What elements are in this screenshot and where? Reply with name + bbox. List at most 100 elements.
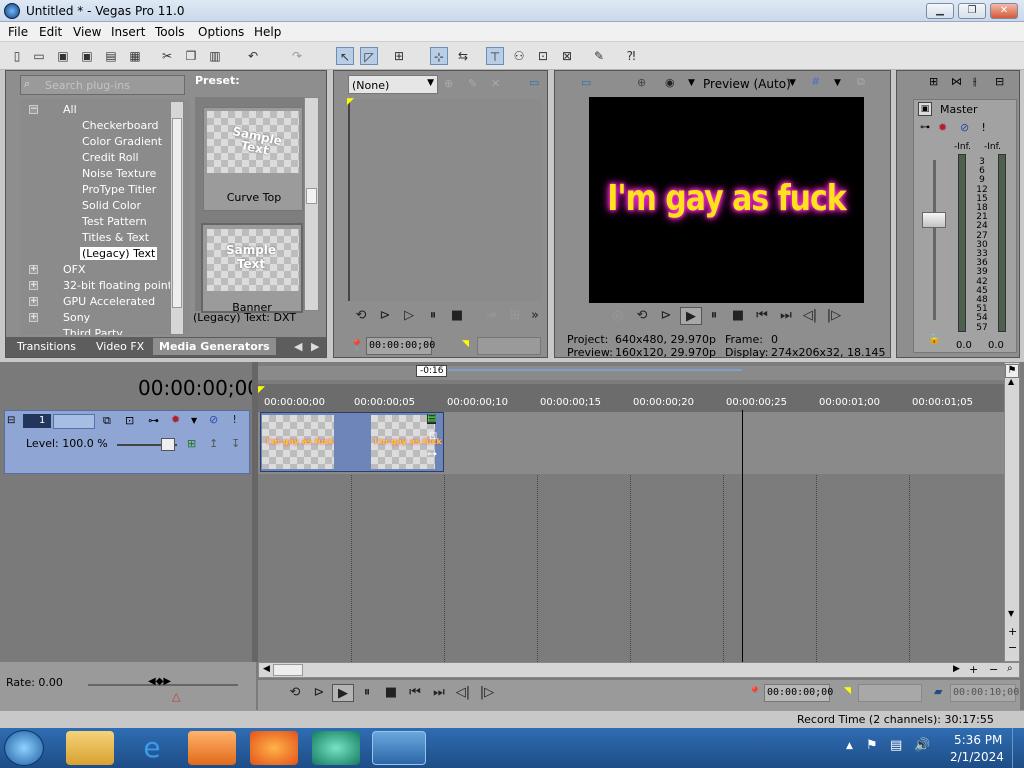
tree-item[interactable]: Sony bbox=[63, 311, 90, 324]
minimize-button[interactable]: ▁ bbox=[926, 3, 954, 19]
start-button[interactable] bbox=[4, 730, 44, 766]
event-fx-icon[interactable]: ⊶ bbox=[427, 449, 437, 460]
previous-frame-icon[interactable]: ◁| bbox=[801, 307, 819, 325]
zoom-out-icon[interactable]: − bbox=[989, 663, 998, 676]
tree-scrollbar[interactable] bbox=[170, 101, 184, 335]
preset-curve-top[interactable]: Sample Text Curve Top bbox=[203, 107, 303, 211]
expand-icon[interactable]: + bbox=[29, 297, 38, 306]
stop-icon[interactable]: ■ bbox=[729, 307, 747, 325]
envelope-edit-tool-icon[interactable]: ◸ bbox=[360, 47, 378, 65]
tree-item[interactable]: GPU Accelerated bbox=[63, 295, 155, 308]
track-down-icon[interactable]: ↧ bbox=[231, 437, 240, 450]
copy-icon[interactable]: ❐ bbox=[182, 47, 200, 65]
restore-button[interactable]: ❐ bbox=[958, 3, 986, 19]
close-button[interactable]: ✕ bbox=[990, 3, 1018, 19]
horizontal-scrollbar[interactable]: ◀ ▶ + − ⌕ bbox=[258, 662, 1020, 678]
zoom-tool-icon[interactable]: ⌕ bbox=[1007, 663, 1013, 674]
text-event-clip[interactable]: I'm gay as fuck I'm gay as fuck ▤ ⊡ ⊶ bbox=[260, 412, 444, 472]
tab-scroll-left-icon[interactable]: ◀ bbox=[294, 340, 302, 353]
track-bypass-icon[interactable]: ⊞ bbox=[187, 437, 196, 450]
fader-handle[interactable] bbox=[922, 212, 946, 228]
tree-item[interactable]: Solid Color bbox=[82, 199, 141, 212]
go-to-end-icon[interactable]: ⏭ bbox=[777, 307, 795, 325]
trimmer-edit-icon[interactable]: ✎ bbox=[468, 77, 477, 90]
previous-frame-icon[interactable]: ◁| bbox=[454, 684, 472, 702]
menu-help[interactable]: Help bbox=[254, 25, 281, 39]
tree-item[interactable]: Checkerboard bbox=[82, 119, 159, 132]
auto-crossfade-icon[interactable]: ⇆ bbox=[454, 47, 472, 65]
master-toggle-icon[interactable]: ▣ bbox=[918, 102, 932, 116]
undo-icon[interactable]: ↶ bbox=[244, 47, 262, 65]
mute-icon[interactable]: ⊘ bbox=[960, 121, 969, 134]
solo-icon[interactable]: ǃ bbox=[982, 121, 985, 134]
preview-color-icon[interactable]: ◉ bbox=[665, 76, 675, 89]
level-slider-handle[interactable] bbox=[161, 438, 175, 451]
brush-icon[interactable]: ✎ bbox=[590, 47, 608, 65]
preview-record-icon[interactable]: ◎ bbox=[609, 307, 627, 325]
collapse-icon[interactable]: − bbox=[29, 105, 38, 114]
enable-autofocus-icon[interactable]: ⊠ bbox=[558, 47, 576, 65]
track-motion-icon[interactable]: ⊶ bbox=[148, 414, 159, 427]
tab-transitions[interactable]: Transitions bbox=[17, 340, 76, 353]
help-pointer-icon[interactable]: ⁈ bbox=[622, 47, 640, 65]
play-from-start-icon[interactable]: ⊳ bbox=[310, 684, 328, 702]
scroll-down-icon[interactable]: ▼ bbox=[1008, 609, 1014, 618]
vertical-scrollbar[interactable]: ▲ ▼ + − bbox=[1004, 362, 1020, 662]
event-pan-crop-icon[interactable]: ⊡ bbox=[429, 431, 437, 442]
snapping-icon[interactable]: ⊹ bbox=[430, 47, 448, 65]
play-icon[interactable]: ▷ bbox=[400, 307, 418, 325]
save-icon[interactable]: ▣ bbox=[54, 47, 72, 65]
track-fx-icon[interactable]: ✹ bbox=[171, 413, 180, 426]
normal-edit-tool-icon[interactable]: ↖ bbox=[336, 47, 354, 65]
lock-envelopes-icon[interactable]: ⚇ bbox=[510, 47, 528, 65]
marker-flag-icon[interactable]: ⚑ bbox=[1005, 364, 1019, 378]
mixer-dim-icon[interactable]: ⫲ bbox=[973, 75, 977, 89]
redo-icon[interactable]: ↷ bbox=[288, 47, 306, 65]
mute-icon[interactable]: ⊘ bbox=[209, 413, 218, 426]
solo-icon[interactable]: ǃ bbox=[233, 413, 236, 426]
preset-scrollbar[interactable] bbox=[304, 97, 319, 311]
tab-scroll-right-icon[interactable]: ▶ bbox=[311, 340, 319, 353]
stop-icon[interactable]: ■ bbox=[382, 684, 400, 702]
playhead[interactable] bbox=[742, 410, 743, 662]
trimmer-dropdown[interactable]: (None) ▼ bbox=[348, 75, 438, 94]
chevron-down-icon[interactable]: ▼ bbox=[834, 78, 841, 88]
media-player-taskbar-icon[interactable] bbox=[188, 731, 236, 765]
pause-icon[interactable]: ⏸ bbox=[705, 307, 723, 325]
video-track-header[interactable]: ⊟ 1 ⧉ ⊡ ⊶ ✹ ▼ ⊘ ǃ Level: 100.0 % ⊞ ↥ ↧ bbox=[4, 410, 250, 474]
rate-slider-handle[interactable]: ◀◆▶ bbox=[148, 676, 171, 687]
new-icon[interactable]: ▯ bbox=[8, 47, 26, 65]
trimmer-more-icon[interactable]: » bbox=[526, 307, 544, 325]
scroll-right-icon[interactable]: ▶ bbox=[953, 664, 960, 674]
clock-time[interactable]: 5:36 PM bbox=[954, 733, 1002, 747]
search-input[interactable]: ⌕ Search plug-ins bbox=[20, 75, 185, 95]
menu-file[interactable]: File bbox=[8, 25, 28, 39]
tree-item-selected[interactable]: (Legacy) Text bbox=[80, 247, 158, 260]
track-minimize-icon[interactable]: ⊟ bbox=[7, 415, 15, 426]
trimmer-add-icon[interactable]: ⊕ bbox=[444, 77, 453, 90]
show-hidden-icons-icon[interactable]: ▲ bbox=[846, 741, 853, 751]
vegas-taskbar-icon[interactable] bbox=[372, 731, 426, 765]
firefox-taskbar-icon[interactable] bbox=[250, 731, 298, 765]
selection-edit-tool-icon[interactable]: ⊞ bbox=[390, 47, 408, 65]
menu-tools[interactable]: Tools bbox=[155, 25, 185, 39]
render-icon[interactable]: ▤ bbox=[102, 47, 120, 65]
expand-icon[interactable]: + bbox=[29, 281, 38, 290]
lock-icon[interactable]: 🔒 bbox=[928, 334, 940, 345]
save-as-icon[interactable]: ▣ bbox=[78, 47, 96, 65]
tree-item-all[interactable]: All bbox=[63, 103, 77, 116]
overlay-grid-icon[interactable]: # bbox=[811, 75, 820, 88]
pause-icon[interactable]: ⏸ bbox=[424, 307, 442, 325]
menu-options[interactable]: Options bbox=[198, 25, 244, 39]
action-center-icon[interactable]: ⚑ bbox=[866, 738, 878, 753]
tree-item[interactable]: Test Pattern bbox=[82, 215, 147, 228]
trimmer-insert-icon[interactable]: ⊞ bbox=[506, 307, 524, 325]
tab-media-generators[interactable]: Media Generators bbox=[153, 338, 276, 355]
fx-icon[interactable]: ⊶ bbox=[920, 122, 930, 133]
explorer-taskbar-icon[interactable] bbox=[66, 731, 114, 765]
menu-insert[interactable]: Insert bbox=[111, 25, 145, 39]
next-frame-icon[interactable]: |▷ bbox=[478, 684, 496, 702]
track-up-icon[interactable]: ↥ bbox=[209, 437, 218, 450]
scroll-left-icon[interactable]: ◀ bbox=[263, 664, 270, 674]
record-icon[interactable]: ◎ bbox=[262, 684, 280, 702]
